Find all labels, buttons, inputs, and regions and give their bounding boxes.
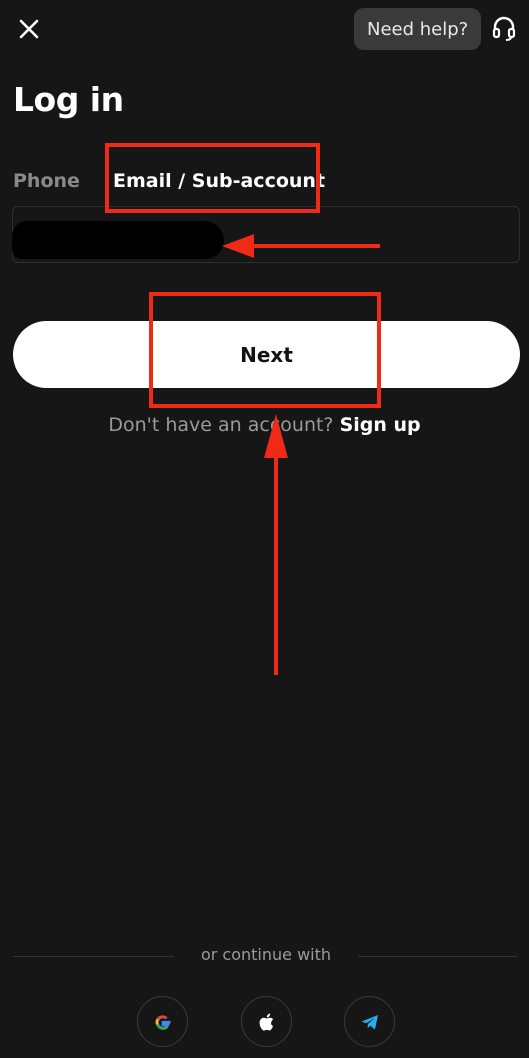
- continue-with-label: or continue with: [200, 945, 332, 964]
- headset-icon: [492, 16, 516, 41]
- signup-row: Don't have an account? Sign up: [0, 414, 529, 436]
- google-login-button[interactable]: [137, 996, 188, 1047]
- close-icon: [19, 19, 39, 39]
- need-help-tooltip[interactable]: Need help?: [354, 8, 482, 50]
- page-title: Log in: [13, 80, 124, 119]
- close-button[interactable]: [14, 14, 44, 44]
- need-help-label: Need help?: [367, 18, 469, 40]
- telegram-icon: [361, 1014, 378, 1029]
- support-button[interactable]: [489, 13, 519, 43]
- tab-phone[interactable]: Phone: [13, 170, 80, 192]
- google-icon: [155, 1014, 170, 1030]
- telegram-login-button[interactable]: [344, 996, 395, 1047]
- signup-prompt: Don't have an account?: [108, 414, 334, 436]
- annotation-box-next-button: [149, 292, 381, 408]
- divider-left: [13, 956, 174, 957]
- annotation-box-email-tab: [105, 143, 320, 213]
- signup-link[interactable]: Sign up: [340, 414, 421, 436]
- divider-right: [358, 956, 517, 957]
- annotation-arrow-next: [264, 414, 288, 675]
- apple-icon: [259, 1013, 273, 1031]
- apple-login-button[interactable]: [241, 996, 292, 1047]
- redacted-email-mark: [12, 221, 224, 259]
